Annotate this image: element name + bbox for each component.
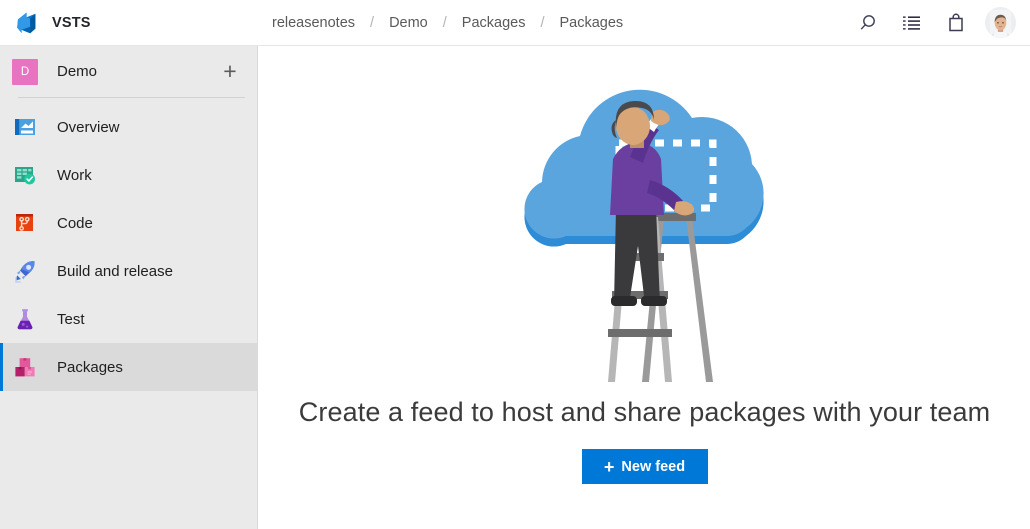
breadcrumb-separator: / — [540, 14, 545, 31]
packages-icon — [15, 358, 35, 377]
vsts-app-window: VSTS releasenotes / Demo / Packages / Pa… — [0, 0, 1030, 529]
breadcrumb-item-0[interactable]: releasenotes — [268, 13, 359, 33]
project-selector[interactable]: D Demo + — [0, 46, 257, 97]
sidebar-item-label: Build and release — [57, 262, 173, 280]
project-name: Demo — [57, 63, 98, 80]
sidebar-item-label: Overview — [57, 118, 120, 136]
sidebar-item-label: Test — [57, 310, 85, 328]
add-project-button[interactable]: + — [217, 59, 243, 85]
cloud-feed-illustration — [523, 89, 764, 382]
work-items-icon — [903, 15, 920, 30]
work-items-button[interactable] — [890, 0, 934, 46]
sidebar-item-packages[interactable]: Packages — [0, 343, 257, 391]
breadcrumb-item-1[interactable]: Demo — [385, 13, 432, 33]
breadcrumb-item-3[interactable]: Packages — [556, 13, 628, 33]
user-avatar — [984, 7, 1016, 38]
sidebar-item-label: Work — [57, 166, 92, 184]
new-feed-button-label: New feed — [621, 458, 686, 475]
marketplace-button[interactable] — [934, 0, 978, 46]
brand-name: VSTS — [52, 14, 91, 31]
breadcrumb-item-2[interactable]: Packages — [458, 13, 530, 33]
work-icon — [15, 167, 35, 185]
sidebar-item-label: Code — [57, 214, 93, 232]
vsts-logo-icon — [17, 12, 36, 33]
brand-home-link[interactable]: VSTS — [0, 0, 258, 46]
main-content: Create a feed to host and share packages… — [259, 46, 1030, 529]
sidebar-item-work[interactable]: Work — [0, 151, 257, 199]
sidebar-item-code[interactable]: Code — [0, 199, 257, 247]
marketplace-bag-icon — [949, 13, 963, 31]
top-navigation-bar: VSTS releasenotes / Demo / Packages / Pa… — [0, 0, 1030, 46]
sidebar-item-label: Packages — [57, 358, 123, 376]
sidebar-item-build-and-release[interactable]: Build and release — [0, 247, 257, 295]
sidebar: D Demo + Overview Work Code Build and re… — [0, 46, 258, 529]
build-and-release-icon — [15, 261, 35, 283]
empty-state-hero: Create a feed to host and share packages… — [259, 46, 1030, 484]
breadcrumb-separator: / — [442, 14, 447, 31]
search-button[interactable] — [846, 0, 890, 46]
breadcrumb: releasenotes / Demo / Packages / Package… — [258, 0, 846, 46]
sidebar-nav: Overview Work Code Build and release Tes… — [0, 98, 257, 391]
overview-icon — [15, 119, 35, 135]
topbar-actions — [846, 0, 1030, 46]
sidebar-item-overview[interactable]: Overview — [0, 103, 257, 151]
project-avatar: D — [12, 58, 38, 85]
user-avatar-button[interactable] — [978, 0, 1022, 46]
page-title: Create a feed to host and share packages… — [298, 397, 991, 427]
breadcrumb-separator: / — [370, 14, 375, 31]
plus-icon: + — [603, 456, 615, 477]
sidebar-item-test[interactable]: Test — [0, 295, 257, 343]
test-icon — [17, 309, 33, 330]
new-feed-button[interactable]: + New feed — [581, 449, 708, 484]
search-icon — [860, 14, 875, 30]
code-icon — [16, 214, 33, 231]
